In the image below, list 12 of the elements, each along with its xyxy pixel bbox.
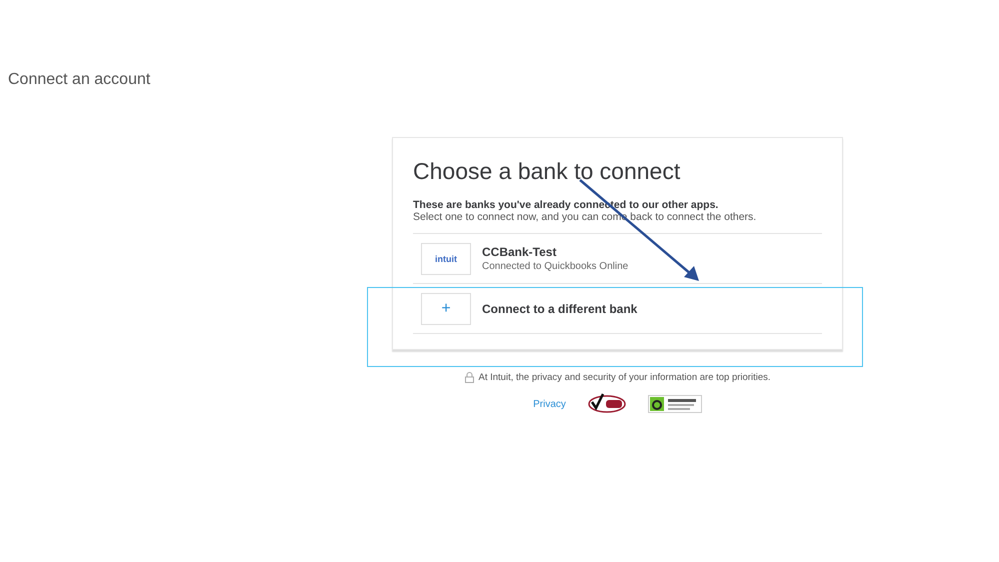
page-title: Connect an account xyxy=(8,71,150,89)
bank-status: Connected to Quickbooks Online xyxy=(482,261,628,272)
bank-name[interactable]: CCBank-Test xyxy=(482,245,628,259)
bank-logo[interactable]: intuit xyxy=(421,242,471,274)
lock-icon xyxy=(464,372,474,383)
trust-seal-icon xyxy=(648,395,702,413)
add-bank-button[interactable]: + xyxy=(421,292,471,324)
security-seal-icon xyxy=(588,393,626,415)
privacy-note: At Intuit, the privacy and security of your information are top priorities. xyxy=(478,372,770,383)
add-bank-label[interactable]: Connect to a different bank xyxy=(482,302,638,316)
privacy-link[interactable]: Privacy xyxy=(533,398,566,410)
card-heading: Choose a bank to connect xyxy=(413,158,682,185)
